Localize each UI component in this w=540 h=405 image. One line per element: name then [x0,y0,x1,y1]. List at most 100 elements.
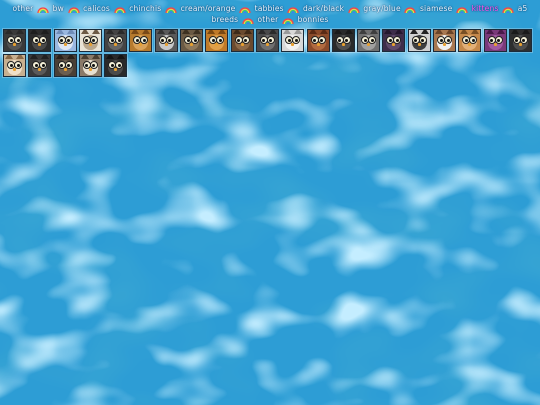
pet-12-icon[interactable] [281,29,305,52]
nose-icon [316,43,320,46]
pet-icon-grid [3,29,537,79]
nav-link-cream-orange[interactable]: cream/orange [181,4,236,13]
ear-icon [156,30,165,34]
ear-icon [55,30,64,34]
nav-link-gray-blue[interactable]: gray/blue [363,4,400,13]
nose-icon [164,43,168,46]
ear-icon [41,30,50,34]
ear-icon [182,30,191,34]
rainbow-icon [282,16,294,24]
ear-icon [106,30,115,34]
pet-7-icon[interactable] [154,29,178,52]
ear-icon [207,30,216,34]
nav-link-siamese[interactable]: siamese [420,4,452,13]
ear-icon [131,30,140,34]
ear-icon [420,30,429,34]
ear-icon [80,30,89,34]
pet-5-icon[interactable] [104,29,128,52]
pet-3-icon[interactable] [53,29,77,52]
ear-icon [91,55,100,59]
ear-icon [510,30,519,34]
nose-icon [518,43,522,46]
nav-link-tabbies[interactable]: tabbies [255,4,284,13]
nose-icon [63,68,67,71]
pet-1-icon[interactable] [3,29,26,52]
nose-icon [38,68,42,71]
ear-icon [91,30,100,34]
ear-icon [16,30,24,34]
nav-link-other[interactable]: other [257,15,278,24]
ear-icon [142,30,151,34]
nav-link-bw[interactable]: bw [53,4,64,13]
ear-icon [66,55,75,59]
pet-10-icon[interactable] [230,29,254,52]
ear-icon [308,30,317,34]
rainbow-icon [348,5,360,13]
pet-6-icon[interactable] [129,29,153,52]
ear-icon [333,30,342,34]
nose-icon [265,43,269,46]
pet-20-icon[interactable] [483,29,507,52]
ear-icon [80,55,89,59]
ear-icon [193,30,202,34]
nose-icon [443,43,447,46]
ear-icon [435,30,444,34]
nose-icon [341,43,345,46]
nose-icon [367,43,371,46]
nav-link-calicos[interactable]: calicos [83,4,110,13]
pet-26-icon[interactable] [104,54,128,77]
pet-18-icon[interactable] [433,29,457,52]
pet-21-icon[interactable] [508,29,532,52]
ear-icon [384,30,393,34]
pet-16-icon[interactable] [382,29,406,52]
ear-icon [359,30,368,34]
ear-icon [521,30,530,34]
nose-icon [291,43,295,46]
ear-icon [16,55,24,59]
rainbow-icon [456,5,468,13]
pet-14-icon[interactable] [331,29,355,52]
pet-13-icon[interactable] [306,29,330,52]
ear-icon [218,30,227,34]
pet-11-icon[interactable] [255,29,279,52]
nose-icon [63,43,67,46]
pet-24-icon[interactable] [53,54,77,77]
ear-icon [344,30,353,34]
pet-9-icon[interactable] [205,29,229,52]
pet-4-icon[interactable] [78,29,102,52]
nose-icon [468,43,472,46]
nose-icon [38,43,42,46]
ear-icon [319,30,328,34]
rainbow-icon [239,5,251,13]
ear-icon [30,55,39,59]
nose-icon [114,68,118,71]
nose-icon [88,68,92,71]
nav-link-bonnies[interactable]: bonnies [298,15,329,24]
ear-icon [268,30,277,34]
nav-link-chinchis[interactable]: chinchis [129,4,161,13]
pet-19-icon[interactable] [458,29,482,52]
pet-25-icon[interactable] [78,54,102,77]
pet-8-icon[interactable] [180,29,204,52]
nav-link-kittens[interactable]: kittens [472,4,499,13]
rainbow-icon [67,5,80,13]
nav-link-other[interactable]: other [12,4,33,13]
nose-icon [417,43,421,46]
nose-icon [114,43,118,46]
ear-icon [395,30,404,34]
pet-15-icon[interactable] [357,29,381,52]
ear-icon [471,30,480,34]
rainbow-icon [165,5,177,13]
ear-icon [5,55,13,59]
ear-icon [232,30,241,34]
pet-17-icon[interactable] [407,29,431,52]
pet-22-icon[interactable] [3,54,26,77]
pet-2-icon[interactable] [28,29,52,52]
nose-icon [190,43,194,46]
nose-icon [240,43,244,46]
ear-icon [283,30,292,34]
pet-23-icon[interactable] [28,54,52,77]
nav-link-dark-black[interactable]: dark/black [303,4,344,13]
nose-icon [88,43,92,46]
ear-icon [446,30,455,34]
